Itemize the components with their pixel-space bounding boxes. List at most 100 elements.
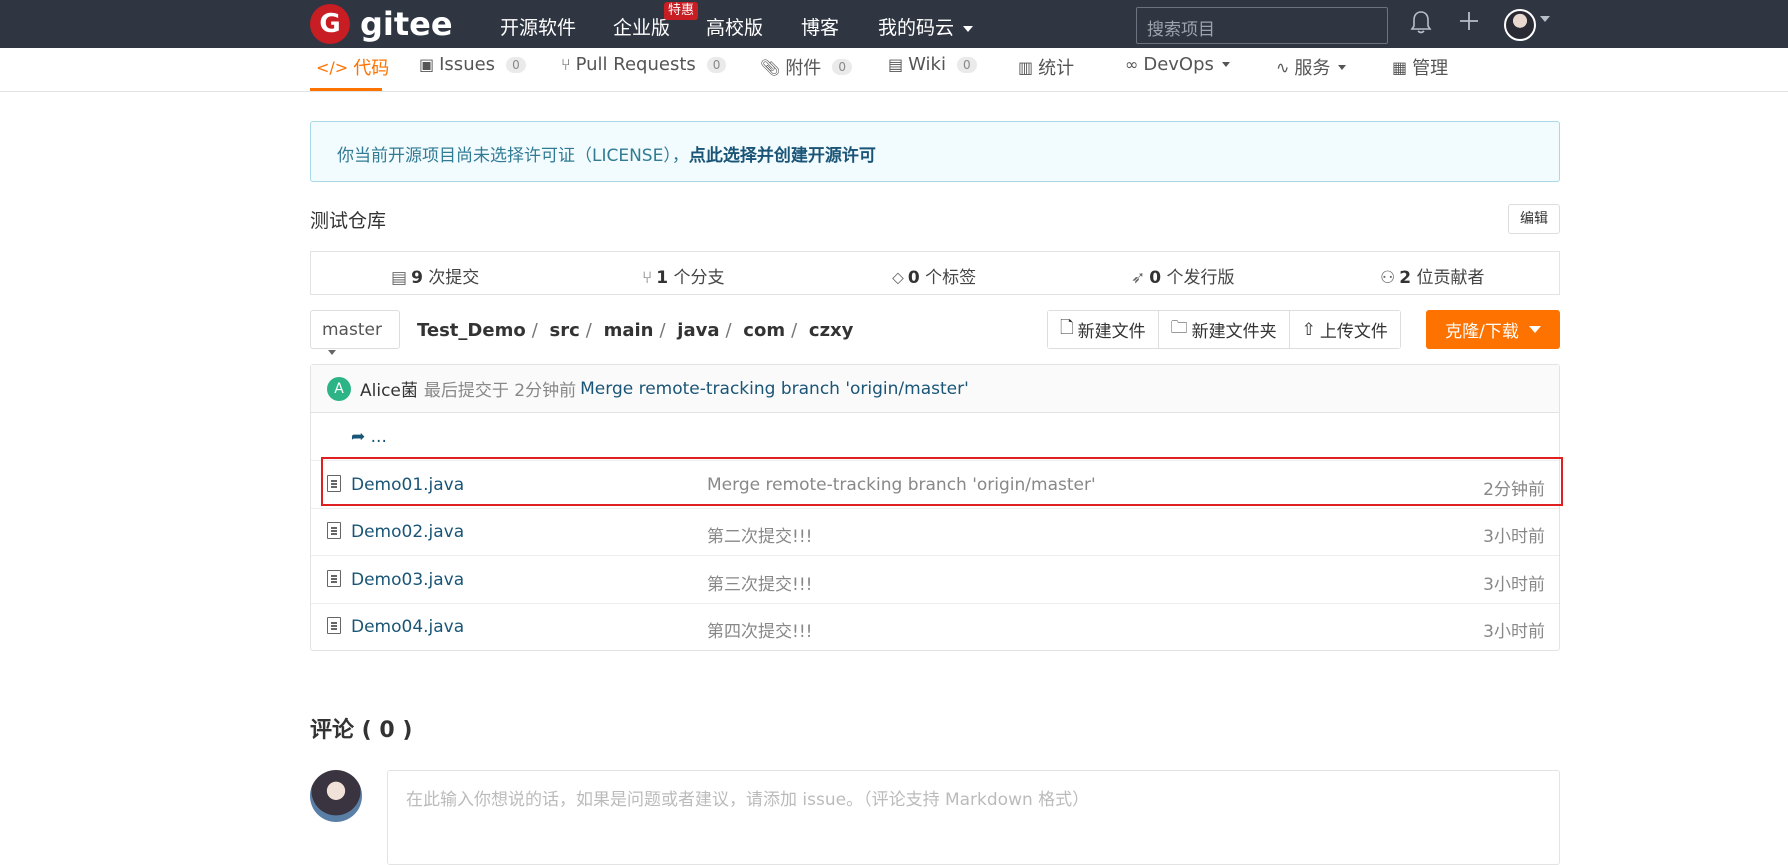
stat-contributors[interactable]: ⚇ 2 位贡献者 bbox=[1380, 263, 1485, 288]
top-navbar: G gitee 开源软件 企业版 特惠 高校版 博客 我的码云 搜索项目 bbox=[0, 0, 1788, 48]
comment-textarea[interactable]: 在此输入你想说的话，如果是问题或者建议，请添加 issue。（评论支持 Mark… bbox=[387, 770, 1560, 865]
stat-commits[interactable]: ▤ 9 次提交 bbox=[391, 263, 479, 288]
stat-branches[interactable]: ⑂ 1 个分支 bbox=[642, 263, 724, 288]
avatar[interactable] bbox=[310, 770, 362, 822]
tab-manage[interactable]: ▦ 管理 bbox=[1392, 54, 1448, 80]
chevron-down-icon[interactable] bbox=[1540, 16, 1550, 22]
avatar[interactable]: A bbox=[327, 376, 351, 401]
file-commit-time: 3小时前 bbox=[1483, 527, 1545, 547]
branch-selector[interactable]: master bbox=[310, 310, 400, 355]
repo-tabs: </> 代码 ▣ Issues 0 ⑂ Pull Requests 0 📎︎ 附… bbox=[0, 48, 1788, 92]
tab-label: 代码 bbox=[353, 58, 390, 79]
file-name[interactable]: Demo02.java bbox=[351, 522, 464, 542]
infinity-icon: ∞ bbox=[1125, 55, 1139, 74]
search-input[interactable]: 搜索项目 bbox=[1136, 7, 1388, 44]
chevron-down-icon bbox=[1221, 62, 1230, 67]
commit-author[interactable]: Alice菌 bbox=[360, 376, 418, 401]
chevron-down-icon bbox=[963, 25, 974, 32]
branch-name: master bbox=[322, 320, 382, 340]
book-icon: ▤ bbox=[888, 55, 904, 74]
issue-icon: ▣ bbox=[419, 55, 435, 74]
nav-open-source[interactable]: 开源软件 bbox=[500, 13, 576, 40]
upload-file-button[interactable]: ⇧ 上传文件 bbox=[1289, 311, 1400, 348]
breadcrumb-czxy[interactable]: czxy bbox=[809, 320, 854, 341]
file-commit-message[interactable]: 第二次提交!!! bbox=[707, 522, 812, 547]
license-notice-text: 你当前开源项目尚未选择许可证（LICENSE）， bbox=[337, 146, 689, 166]
nav-my-gitee[interactable]: 我的码云 bbox=[878, 13, 974, 40]
create-license-link[interactable]: 点此选择并创建开源许可 bbox=[689, 146, 876, 166]
chevron-down-icon bbox=[1338, 64, 1347, 70]
breadcrumb: Test_Demo / src / main / java / com / czxy bbox=[417, 320, 854, 341]
pulse-icon: ∿ bbox=[1276, 57, 1290, 77]
tab-services[interactable]: ∿ 服务 bbox=[1276, 54, 1347, 80]
release-icon: ➶ bbox=[1131, 268, 1146, 288]
contributors-icon: ⚇ bbox=[1380, 268, 1396, 288]
tab-label: Issues bbox=[439, 54, 496, 75]
tab-code[interactable]: </> 代码 bbox=[316, 54, 389, 80]
file-name[interactable]: Demo04.java bbox=[351, 617, 464, 637]
upload-label: 上传文件 bbox=[1319, 322, 1388, 342]
pull-request-icon: ⑂ bbox=[561, 55, 571, 74]
new-folder-icon: 🗀︎ bbox=[1170, 318, 1188, 338]
paperclip-icon: 📎︎ bbox=[760, 57, 781, 77]
table-row[interactable]: Demo02.java 第二次提交!!! 3小时前 bbox=[311, 508, 1559, 556]
nav-university[interactable]: 高校版 bbox=[706, 13, 763, 40]
gitee-logo-icon: G bbox=[310, 4, 350, 44]
plus-icon[interactable] bbox=[1456, 10, 1482, 36]
tab-statistics[interactable]: ▥ 统计 bbox=[1018, 54, 1074, 80]
nav-my-gitee-label: 我的码云 bbox=[878, 17, 955, 39]
attachments-count: 0 bbox=[832, 59, 852, 75]
issues-count: 0 bbox=[506, 56, 526, 73]
stat-tags[interactable]: ⬦ 0 个标签 bbox=[892, 263, 976, 288]
parent-directory-link[interactable]: ... bbox=[371, 427, 387, 447]
tab-devops[interactable]: ∞ DevOps bbox=[1125, 54, 1230, 75]
breadcrumb-src[interactable]: src bbox=[550, 320, 580, 341]
tab-label: DevOps bbox=[1143, 54, 1214, 75]
new-folder-button[interactable]: 🗀︎ 新建文件夹 bbox=[1158, 311, 1290, 348]
branch-icon: ⑂ bbox=[642, 268, 653, 288]
stat-number: 2 bbox=[1399, 268, 1412, 288]
file-name[interactable]: Demo03.java bbox=[351, 570, 464, 590]
user-avatar[interactable] bbox=[1504, 9, 1536, 41]
tab-label: Wiki bbox=[908, 54, 946, 75]
tab-issues[interactable]: ▣ Issues 0 bbox=[419, 54, 526, 75]
tab-attachments[interactable]: 📎︎ 附件 0 bbox=[760, 54, 852, 80]
clone-download-button[interactable]: 克隆/下载 bbox=[1426, 310, 1560, 349]
file-commit-message[interactable]: 第三次提交!!! bbox=[707, 570, 812, 595]
license-notice: 你当前开源项目尚未选择许可证（LICENSE），点此选择并创建开源许可 bbox=[310, 121, 1560, 182]
gitee-logo[interactable]: G gitee bbox=[310, 4, 453, 44]
promo-badge: 特惠 bbox=[664, 2, 699, 20]
breadcrumb-com[interactable]: com bbox=[743, 320, 785, 341]
file-list: A Alice菌 最后提交于 2分钟前 Merge remote-trackin… bbox=[310, 364, 1560, 651]
breadcrumb-main[interactable]: main bbox=[604, 320, 654, 341]
new-file-button[interactable]: 🗋︎ 新建文件 bbox=[1048, 311, 1159, 348]
commit-icon: ▤ bbox=[391, 268, 408, 288]
upload-icon: ⇧ bbox=[1301, 319, 1316, 340]
bell-icon[interactable] bbox=[1408, 10, 1434, 36]
reply-arrow-icon: ➦︎ bbox=[351, 427, 366, 447]
table-row[interactable]: Demo04.java 第四次提交!!! 3小时前 bbox=[311, 603, 1559, 651]
breadcrumb-repo[interactable]: Test_Demo bbox=[417, 320, 526, 341]
nav-enterprise[interactable]: 企业版 bbox=[613, 13, 670, 40]
tab-label: 管理 bbox=[1412, 58, 1449, 79]
file-icon bbox=[327, 570, 341, 587]
nav-blog[interactable]: 博客 bbox=[801, 13, 839, 40]
new-file-icon: 🗋︎ bbox=[1060, 318, 1074, 338]
code-icon: </> bbox=[316, 57, 349, 77]
parent-directory-row[interactable]: ➦︎ ... bbox=[311, 413, 1559, 461]
active-tab-indicator bbox=[310, 88, 382, 91]
brand-name: gitee bbox=[360, 5, 453, 43]
clone-label: 克隆/下载 bbox=[1445, 322, 1519, 342]
file-commit-message[interactable]: 第四次提交!!! bbox=[707, 617, 812, 642]
repo-description: 测试仓库 bbox=[310, 210, 387, 232]
breadcrumb-java[interactable]: java bbox=[677, 320, 719, 341]
stat-releases[interactable]: ➶ 0 个发行版 bbox=[1131, 263, 1235, 288]
stat-number: 9 bbox=[411, 268, 423, 288]
commit-message[interactable]: Merge remote-tracking branch 'origin/mas… bbox=[580, 379, 969, 399]
edit-description-button[interactable]: 编辑 bbox=[1508, 204, 1560, 234]
file-icon bbox=[327, 617, 341, 634]
tab-pull-requests[interactable]: ⑂ Pull Requests 0 bbox=[561, 54, 727, 75]
tab-wiki[interactable]: ▤ Wiki 0 bbox=[888, 54, 977, 75]
table-row[interactable]: Demo03.java 第三次提交!!! 3小时前 bbox=[311, 556, 1559, 604]
chevron-down-icon bbox=[328, 350, 336, 355]
